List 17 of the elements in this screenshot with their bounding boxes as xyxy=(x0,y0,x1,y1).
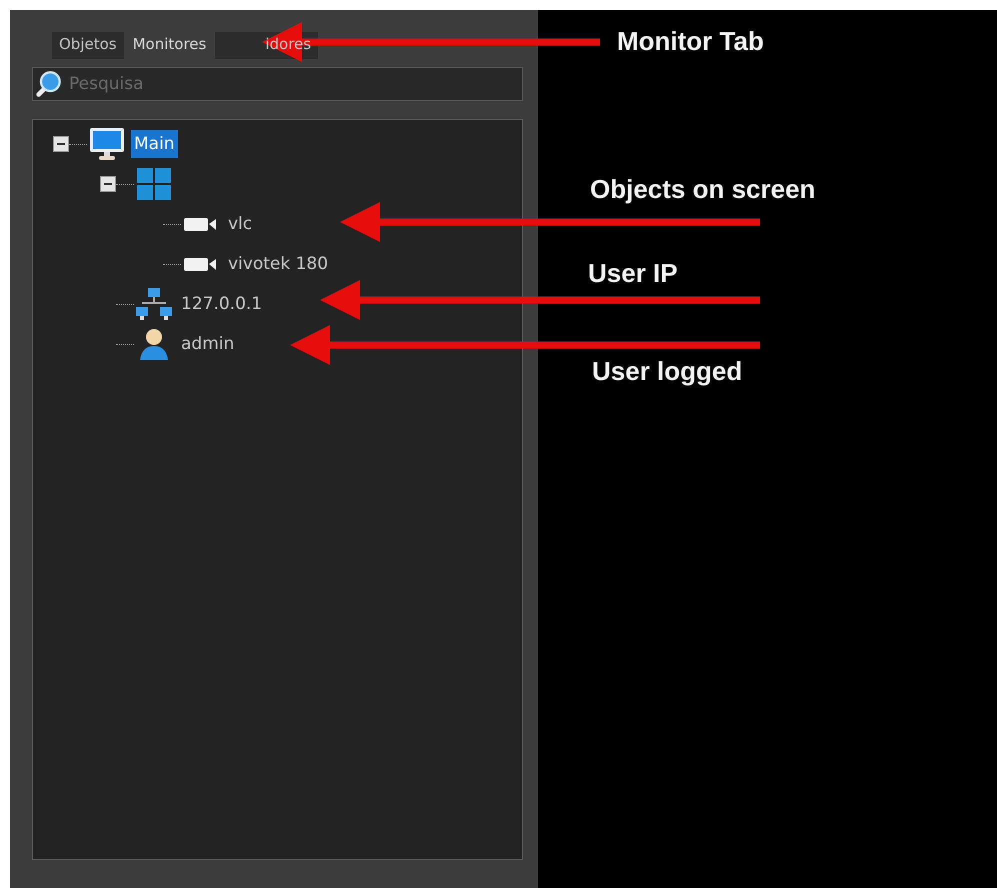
tree-item[interactable]: admin xyxy=(178,330,238,358)
annotation-label: Monitor Tab xyxy=(617,26,764,57)
annotation-label: User logged xyxy=(592,356,742,387)
tab[interactable]: Objetos xyxy=(52,32,124,59)
search-icon xyxy=(34,70,62,98)
tree-item[interactable]: Main xyxy=(131,130,178,158)
collapse-toggle[interactable] xyxy=(53,136,69,152)
grid-icon xyxy=(134,167,174,201)
tree-item[interactable]: vlc xyxy=(225,210,256,238)
tree-item[interactable]: 127.0.0.1 xyxy=(178,290,266,318)
search-field[interactable]: Pesquisa xyxy=(32,67,523,101)
network-icon xyxy=(134,287,174,321)
collapse-toggle[interactable] xyxy=(100,176,116,192)
monitor-icon xyxy=(87,127,127,161)
annotation-label: User IP xyxy=(588,258,678,289)
annotation-label: Objects on screen xyxy=(590,174,816,205)
tree-item[interactable]: vivotek 180 xyxy=(225,250,332,278)
